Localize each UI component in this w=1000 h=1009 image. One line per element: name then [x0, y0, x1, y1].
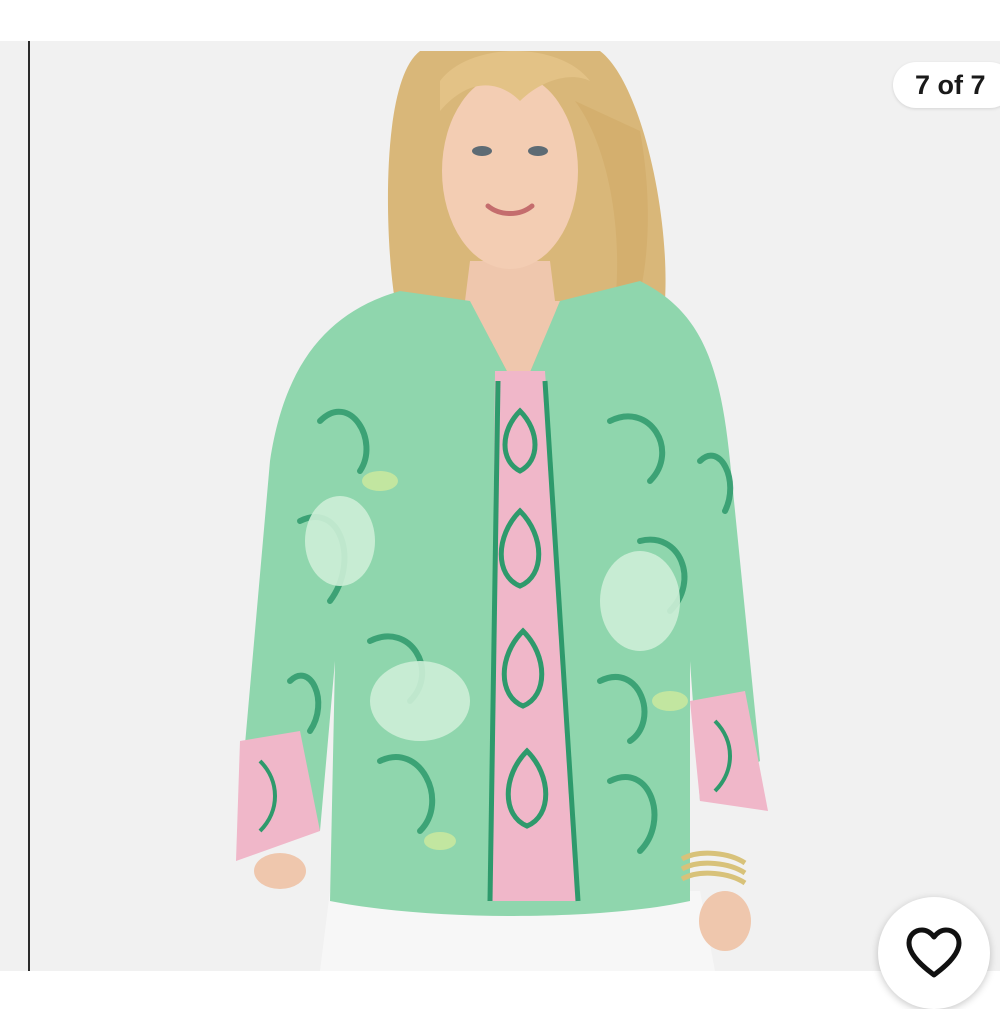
image-counter-badge: 7 of 7: [893, 62, 1000, 108]
product-photo-graphic: [0, 41, 1000, 971]
product-photo[interactable]: [0, 41, 1000, 971]
favorite-button[interactable]: [878, 897, 990, 1009]
heart-outline-icon: [905, 927, 963, 979]
image-viewer: 7 of 7: [0, 0, 1000, 1009]
image-counter-text: 7 of 7: [915, 70, 986, 100]
left-edge-divider: [28, 41, 30, 971]
